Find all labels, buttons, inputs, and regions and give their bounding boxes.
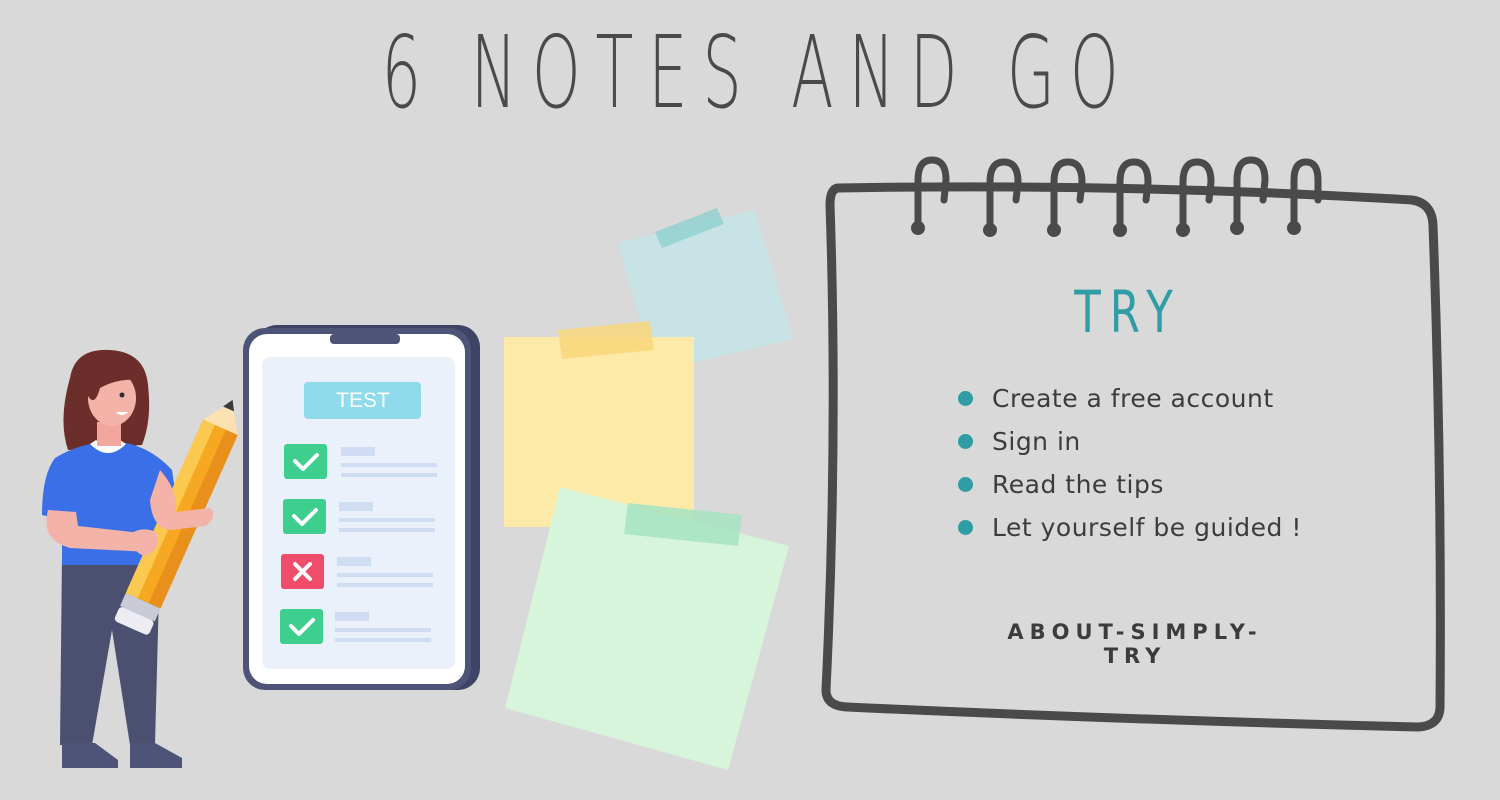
list-item: Read the tips (958, 463, 1302, 506)
bullet-icon (958, 434, 973, 449)
phone-notch (330, 334, 400, 344)
steps-list: Create a free account Sign in Read the t… (958, 377, 1302, 549)
list-item: Sign in (958, 420, 1302, 463)
sticky-notes (504, 208, 793, 770)
step-label: Sign in (992, 427, 1081, 456)
footer-tagline: ABOUT-SIMPLY-TRY (1007, 620, 1263, 668)
phone (243, 325, 480, 690)
check-icon-box (283, 499, 326, 534)
list-item: Create a free account (958, 377, 1302, 420)
bullet-icon (958, 477, 973, 492)
step-label: Let yourself be guided ! (992, 513, 1302, 542)
check-icon-box (280, 609, 323, 644)
step-label: Read the tips (992, 470, 1164, 499)
bullet-icon (958, 520, 973, 535)
bullet-icon (958, 391, 973, 406)
test-header-label: TEST (336, 389, 390, 412)
woman-with-pencil (42, 349, 238, 768)
step-label: Create a free account (992, 384, 1274, 413)
shoe-left (62, 743, 118, 768)
notebook-ring-holes (911, 221, 1301, 237)
notebook-title: TRY (1074, 278, 1182, 346)
check-icon-box (284, 444, 327, 479)
shoe-right (130, 743, 182, 768)
list-item: Let yourself be guided ! (958, 506, 1302, 549)
eye (119, 392, 125, 398)
